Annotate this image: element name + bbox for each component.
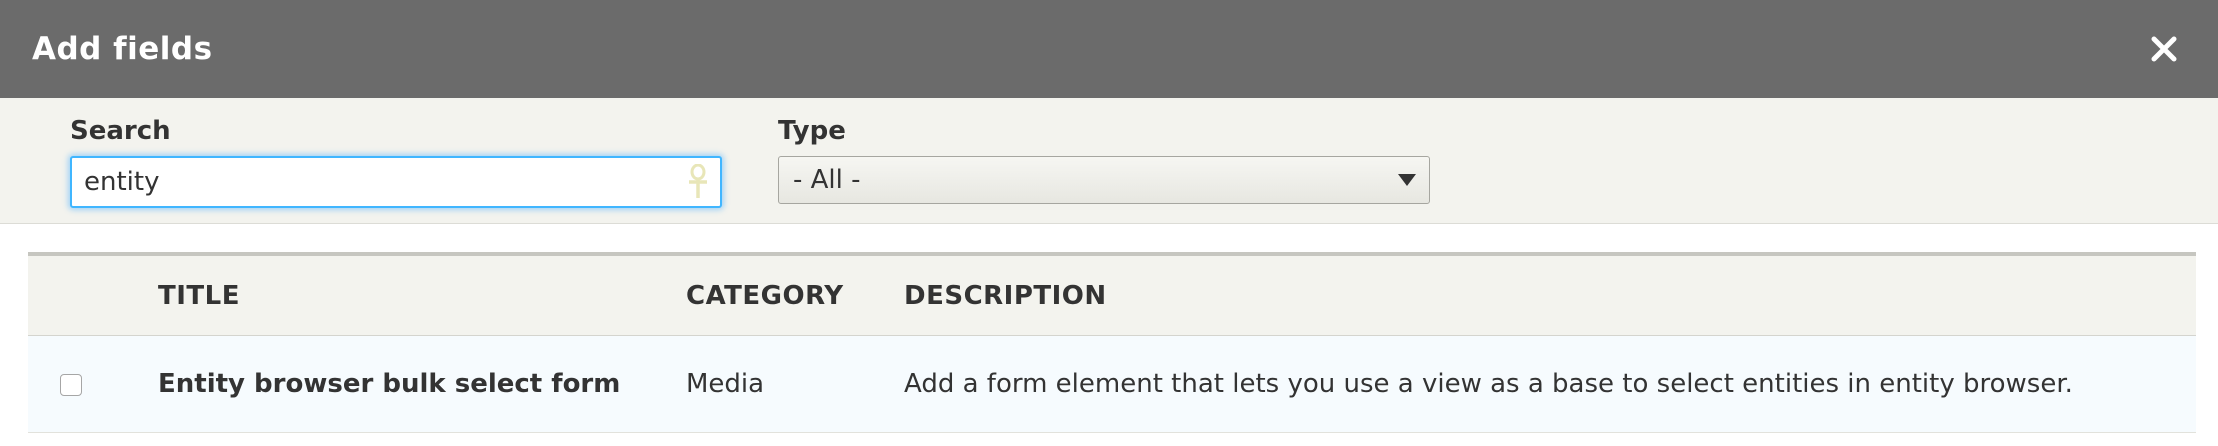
dialog-titlebar: Add fields bbox=[0, 0, 2218, 98]
close-icon bbox=[2151, 36, 2177, 62]
chevron-down-icon bbox=[1397, 173, 1417, 187]
search-filter: Search bbox=[70, 114, 722, 208]
search-input[interactable] bbox=[72, 158, 720, 206]
type-label: Type bbox=[778, 116, 846, 146]
search-label: Search bbox=[70, 116, 171, 146]
table-row[interactable]: Entity browser bulk select form Media Ad… bbox=[28, 336, 2196, 433]
row-description: Add a form element that lets you use a v… bbox=[904, 369, 2073, 399]
type-select-value: - All - bbox=[793, 165, 861, 195]
table-header: TITLE CATEGORY DESCRIPTION bbox=[28, 252, 2196, 336]
type-select[interactable]: - All - bbox=[778, 156, 1430, 204]
ankh-icon[interactable] bbox=[684, 161, 712, 203]
row-title: Entity browser bulk select form bbox=[158, 369, 621, 399]
column-header-title[interactable]: TITLE bbox=[158, 256, 240, 336]
close-button[interactable] bbox=[2144, 29, 2184, 69]
type-filter: Type - All - bbox=[778, 114, 1430, 204]
search-input-wrapper bbox=[70, 156, 722, 208]
dialog-title: Add fields bbox=[32, 31, 213, 67]
row-select-checkbox[interactable] bbox=[60, 374, 82, 396]
filters-bar: Search Type - All - bbox=[0, 98, 2218, 224]
column-header-description[interactable]: DESCRIPTION bbox=[904, 256, 1107, 336]
fields-table: TITLE CATEGORY DESCRIPTION Entity browse… bbox=[28, 252, 2196, 433]
add-fields-dialog: Add fields Search entity Type - All - TI… bbox=[0, 0, 2218, 446]
column-header-category[interactable]: CATEGORY bbox=[686, 256, 844, 336]
row-category: Media bbox=[686, 369, 765, 399]
